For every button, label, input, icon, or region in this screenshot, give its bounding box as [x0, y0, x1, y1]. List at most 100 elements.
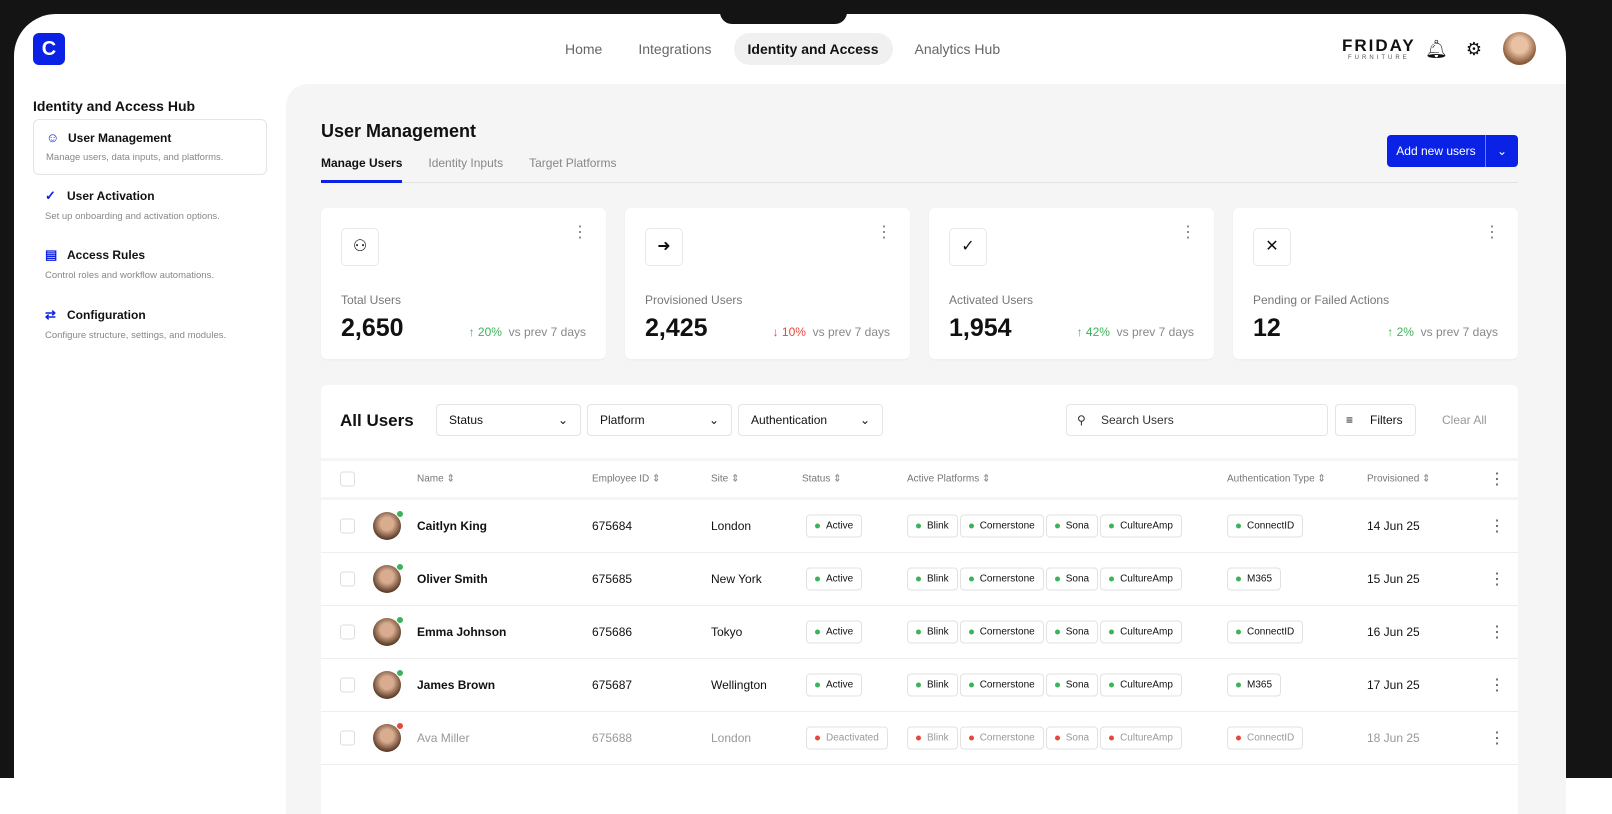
nav-analytics-hub[interactable]: Analytics Hub — [901, 33, 1015, 65]
filters-button[interactable]: ≡Filters — [1335, 404, 1416, 436]
platform-chip: CultureAmp — [1100, 621, 1182, 644]
kebab-menu-icon[interactable]: ⋮ — [572, 222, 588, 242]
table-row[interactable]: Ava Miller 675688 London Deactivated Bli… — [321, 712, 1518, 765]
trend-comparison: vs prev 7 days — [813, 325, 890, 339]
row-kebab-icon[interactable]: ⋮ — [1489, 516, 1505, 536]
column-provisioned[interactable]: Provisioned ⇕ — [1367, 474, 1430, 485]
row-checkbox[interactable] — [340, 625, 355, 640]
column-active-platforms[interactable]: Active Platforms ⇕ — [907, 474, 990, 485]
platform-chip: Blink — [907, 727, 958, 750]
row-checkbox[interactable] — [340, 731, 355, 746]
user-name[interactable]: Oliver Smith — [417, 572, 488, 586]
tabs: Manage Users Identity Inputs Target Plat… — [321, 156, 1518, 183]
stat-card: ✕ ⋮ Pending or Failed Actions 12 ↑ 2% vs… — [1233, 208, 1518, 359]
platform-chip: Sona — [1046, 515, 1098, 538]
search-input[interactable]: ⚲Search Users — [1066, 404, 1328, 436]
avatar — [373, 671, 401, 699]
column-label: Provisioned — [1367, 474, 1419, 485]
presence-dot — [396, 616, 404, 624]
sidebar-item-configuration[interactable]: ⇄ConfigurationConfigure structure, setti… — [33, 297, 267, 353]
gear-icon[interactable]: ⚙ — [1464, 39, 1484, 59]
sidebar-item-user-activation[interactable]: ✓User ActivationSet up onboarding and ac… — [33, 178, 267, 234]
stat-label: Pending or Failed Actions — [1253, 293, 1389, 307]
column-employee-id[interactable]: Employee ID ⇕ — [592, 474, 660, 485]
kebab-menu-icon[interactable]: ⋮ — [876, 222, 892, 242]
chevron-down-icon[interactable]: ⌄ — [1486, 135, 1518, 167]
platform-filter-dropdown[interactable]: Platform⌄ — [587, 404, 732, 436]
column-site[interactable]: Site ⇕ — [711, 474, 739, 485]
sidebar-item-access-rules[interactable]: ▤Access RulesControl roles and workflow … — [33, 237, 267, 293]
row-kebab-icon[interactable]: ⋮ — [1489, 675, 1505, 695]
platform-chip: Cornerstone — [960, 674, 1044, 697]
status-badge: Active — [806, 621, 862, 644]
row-checkbox[interactable] — [340, 678, 355, 693]
dropdown-label: Status — [449, 405, 483, 435]
stat-trend: ↑ 2% vs prev 7 days — [1387, 325, 1498, 339]
kebab-menu-icon[interactable]: ⋮ — [1484, 222, 1500, 242]
nav-home[interactable]: Home — [551, 33, 616, 65]
chevron-down-icon: ⌄ — [860, 405, 870, 435]
platforms-list: BlinkCornerstoneSonaCultureAmp — [907, 568, 1184, 591]
trend-percent: 20% — [478, 325, 502, 339]
table-row[interactable]: Oliver Smith 675685 New York Active Blin… — [321, 553, 1518, 606]
table-row[interactable]: Emma Johnson 675686 Tokyo Active BlinkCo… — [321, 606, 1518, 659]
column-status[interactable]: Status ⇕ — [802, 474, 842, 485]
nav-identity-and-access[interactable]: Identity and Access — [734, 33, 893, 65]
kebab-menu-icon[interactable]: ⋮ — [1180, 222, 1196, 242]
document-rules-icon: ▤ — [45, 247, 59, 263]
provisioned-date: 15 Jun 25 — [1367, 572, 1420, 586]
add-new-users-label[interactable]: Add new users — [1387, 135, 1486, 167]
platform-chip: Sona — [1046, 674, 1098, 697]
employee-id: 675684 — [592, 519, 632, 533]
column-label: Status — [802, 474, 830, 485]
app-logo[interactable]: C — [33, 33, 65, 65]
nav-integrations[interactable]: Integrations — [624, 33, 725, 65]
auth-type-badge: ConnectID — [1227, 515, 1303, 538]
platform-chip: CultureAmp — [1100, 568, 1182, 591]
add-new-users-button[interactable]: Add new users⌄ — [1387, 135, 1518, 167]
site: Tokyo — [711, 625, 742, 639]
users-icon: ⚇ — [341, 228, 379, 266]
tab-identity-inputs[interactable]: Identity Inputs — [428, 156, 503, 183]
row-kebab-icon[interactable]: ⋮ — [1489, 728, 1505, 748]
bell-icon[interactable]: 🔔︎ — [1425, 39, 1445, 59]
column-label: Employee ID — [592, 474, 649, 485]
user-name[interactable]: Caitlyn King — [417, 519, 487, 533]
tab-manage-users[interactable]: Manage Users — [321, 156, 402, 183]
row-kebab-icon[interactable]: ⋮ — [1489, 569, 1505, 589]
sidebar-item-label: Configuration — [67, 308, 146, 322]
row-kebab-icon[interactable]: ⋮ — [1489, 622, 1505, 642]
select-all-checkbox[interactable] — [340, 472, 355, 487]
sidebar-item-label: User Activation — [67, 189, 155, 203]
site: London — [711, 731, 751, 745]
user-name[interactable]: James Brown — [417, 678, 495, 692]
user-name[interactable]: Emma Johnson — [417, 625, 506, 639]
status-filter-dropdown[interactable]: Status ⌄ — [436, 404, 581, 436]
user-avatar[interactable] — [1503, 32, 1536, 65]
avatar — [373, 724, 401, 752]
page-title: User Management — [321, 121, 476, 142]
avatar — [373, 512, 401, 540]
chevron-down-icon: ⌄ — [558, 405, 568, 435]
authentication-filter-dropdown[interactable]: Authentication⌄ — [738, 404, 883, 436]
sidebar-item-user-management[interactable]: ☺User ManagementManage users, data input… — [33, 119, 267, 175]
trend-percent: 10% — [782, 325, 806, 339]
platform-chip: Cornerstone — [960, 727, 1044, 750]
column-authentication-type[interactable]: Authentication Type ⇕ — [1227, 474, 1326, 485]
platforms-list: BlinkCornerstoneSonaCultureAmp — [907, 621, 1184, 644]
top-nav: Home Integrations Identity and Access An… — [551, 33, 1014, 65]
user-x-icon: ✕ — [1253, 228, 1291, 266]
tab-target-platforms[interactable]: Target Platforms — [529, 156, 616, 183]
column-name[interactable]: Name ⇕ — [417, 474, 455, 485]
clear-all-button[interactable]: Clear All — [1442, 413, 1487, 427]
sliders-icon: ⇄ — [45, 307, 59, 323]
table-row[interactable]: Caitlyn King 675684 London Active BlinkC… — [321, 500, 1518, 553]
user-name[interactable]: Ava Miller — [417, 731, 469, 745]
table-row[interactable]: James Brown 675687 Wellington Active Bli… — [321, 659, 1518, 712]
row-checkbox[interactable] — [340, 519, 355, 534]
column-options-kebab-icon[interactable]: ⋮ — [1489, 469, 1505, 489]
row-checkbox[interactable] — [340, 572, 355, 587]
trend-percent: 42% — [1086, 325, 1110, 339]
brand-logo: FRIDAYFURNITURE — [1342, 36, 1416, 61]
stat-trend: ↑ 42% vs prev 7 days — [1077, 325, 1194, 339]
